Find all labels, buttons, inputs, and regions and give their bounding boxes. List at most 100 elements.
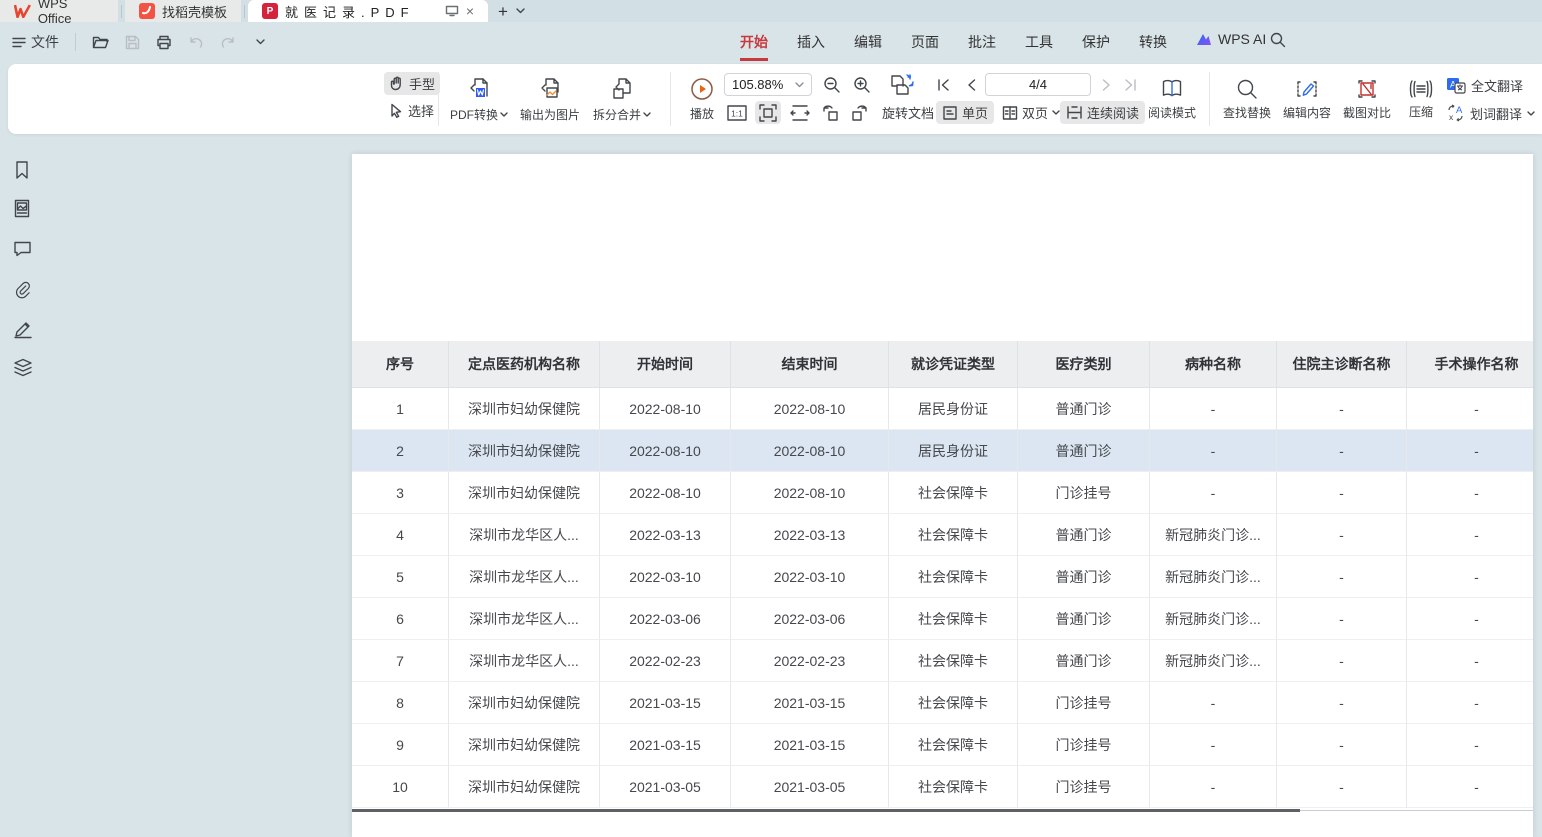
- close-tab-icon[interactable]: ×: [466, 3, 474, 19]
- previous-page-button[interactable]: [961, 73, 981, 96]
- fit-width-button[interactable]: [787, 101, 813, 124]
- table-cell: 社会保障卡: [889, 724, 1018, 766]
- zoom-in-button[interactable]: [850, 73, 874, 96]
- word-translate-button[interactable]: x A 划词翻译: [1446, 102, 1535, 124]
- embedded-horizontal-scrollbar[interactable]: [352, 809, 1300, 812]
- table-cell: -: [1277, 472, 1407, 514]
- tab-home[interactable]: 开始: [740, 30, 768, 54]
- table-cell: -: [1407, 472, 1533, 514]
- save-button[interactable]: [120, 30, 144, 54]
- play-button[interactable]: 播放: [676, 70, 728, 128]
- fit-page-button[interactable]: [755, 101, 781, 124]
- full-translate-button[interactable]: A 全文翻译: [1446, 74, 1523, 96]
- table-cell: 5: [352, 556, 449, 598]
- thumbnail-icon[interactable]: [13, 199, 32, 218]
- redo-button[interactable]: [216, 30, 240, 54]
- bookmark-icon[interactable]: [13, 160, 32, 179]
- table-cell: 1: [352, 388, 449, 430]
- table-cell: -: [1277, 766, 1407, 808]
- table-cell: 居民身份证: [889, 430, 1018, 472]
- tab-document-active[interactable]: P 就医记录.PDF ×: [248, 0, 488, 22]
- tab-tools[interactable]: 工具: [1025, 30, 1053, 54]
- first-page-button[interactable]: [933, 73, 953, 96]
- zoom-in-icon: [853, 76, 871, 94]
- wps-ai-logo-icon: [1196, 33, 1212, 46]
- replace-pages-button[interactable]: [886, 70, 918, 100]
- select-tool-button[interactable]: 选择: [384, 99, 440, 122]
- table-cell: 2021-03-05: [731, 766, 889, 808]
- wps-ai-button[interactable]: WPS AI: [1196, 31, 1266, 47]
- actual-size-button[interactable]: 1:1: [725, 101, 749, 124]
- next-page-button[interactable]: [1096, 73, 1116, 96]
- tab-docer[interactable]: 找稻壳模板: [125, 0, 241, 22]
- layers-icon[interactable]: [13, 358, 32, 377]
- edit-content-button[interactable]: 编辑内容: [1277, 70, 1337, 128]
- undo-button[interactable]: [184, 30, 208, 54]
- monitor-icon[interactable]: [445, 5, 459, 17]
- table-row[interactable]: 6深圳市龙华区人...2022-03-062022-03-06社会保障卡普通门诊…: [352, 598, 1533, 640]
- print-button[interactable]: [152, 30, 176, 54]
- table-row[interactable]: 8深圳市妇幼保健院2021-03-152021-03-15社会保障卡门诊挂号--…: [352, 682, 1533, 724]
- comment-icon[interactable]: [13, 240, 32, 259]
- table-row[interactable]: 7深圳市龙华区人...2022-02-232022-02-23社会保障卡普通门诊…: [352, 640, 1533, 682]
- table-row[interactable]: 4深圳市龙华区人...2022-03-132022-03-13社会保障卡普通门诊…: [352, 514, 1533, 556]
- table-cell: 社会保障卡: [889, 514, 1018, 556]
- export-image-button[interactable]: 输出为图片: [518, 70, 582, 128]
- pdf-page[interactable]: 序号定点医药机构名称开始时间结束时间就诊凭证类型医疗类别病种名称住院主诊断名称手…: [352, 154, 1533, 837]
- tab-convert[interactable]: 转换: [1139, 30, 1167, 54]
- table-cell: 2022-08-10: [731, 388, 889, 430]
- table-cell: -: [1277, 514, 1407, 556]
- zoom-level-select[interactable]: 105.88%: [724, 73, 812, 96]
- single-page-button[interactable]: 单页: [936, 101, 994, 124]
- table-cell: 2022-02-23: [600, 640, 731, 682]
- table-row[interactable]: 1深圳市妇幼保健院2022-08-102022-08-10居民身份证普通门诊--…: [352, 388, 1533, 430]
- tab-insert[interactable]: 插入: [797, 30, 825, 54]
- page-number-input[interactable]: 4/4: [985, 73, 1091, 96]
- hand-tool-button[interactable]: 手型: [384, 72, 440, 95]
- table-row[interactable]: 9深圳市妇幼保健院2021-03-152021-03-15社会保障卡门诊挂号--…: [352, 724, 1533, 766]
- new-tab-button[interactable]: +: [498, 3, 508, 20]
- word-translate-icon: x A: [1446, 104, 1465, 122]
- tab-comment[interactable]: 批注: [968, 30, 996, 54]
- table-row[interactable]: 10深圳市妇幼保健院2021-03-052021-03-05社会保障卡门诊挂号-…: [352, 766, 1533, 808]
- ribbon-search-icon[interactable]: [1270, 32, 1286, 48]
- table-cell: 深圳市龙华区人...: [449, 598, 600, 640]
- split-merge-label: 拆分合并: [593, 106, 641, 123]
- screenshot-compare-button[interactable]: 截图对比: [1337, 70, 1397, 128]
- table-cell: -: [1150, 766, 1277, 808]
- pdf-convert-icon: [467, 76, 491, 102]
- tab-protect[interactable]: 保护: [1082, 30, 1110, 54]
- table-cell: -: [1277, 430, 1407, 472]
- table-row[interactable]: 3深圳市妇幼保健院2022-08-102022-08-10社会保障卡门诊挂号--…: [352, 472, 1533, 514]
- table-cell: -: [1277, 640, 1407, 682]
- menu-row: 文件 开始 插入 编辑 页面 批注 工具 保护 转换: [0, 22, 1542, 62]
- tab-list-chevron-icon[interactable]: [516, 8, 525, 14]
- tab-wps-office[interactable]: WPS Office: [0, 0, 118, 22]
- tab-edit[interactable]: 编辑: [854, 30, 882, 54]
- last-page-button[interactable]: [1120, 73, 1140, 96]
- table-cell: 深圳市妇幼保健院: [449, 682, 600, 724]
- table-cell: -: [1150, 682, 1277, 724]
- full-translate-icon: A: [1446, 77, 1466, 94]
- double-page-button[interactable]: 双页: [996, 101, 1066, 124]
- find-replace-button[interactable]: 查找替换: [1217, 70, 1277, 128]
- open-file-button[interactable]: [88, 30, 112, 54]
- zoom-out-button[interactable]: [820, 73, 844, 96]
- rotate-document-button[interactable]: 旋转文档: [876, 101, 940, 124]
- pdf-convert-button[interactable]: PDF转换: [447, 70, 511, 128]
- table-row[interactable]: 2深圳市妇幼保健院2022-08-102022-08-10居民身份证普通门诊--…: [352, 430, 1533, 472]
- split-merge-button[interactable]: 拆分合并: [590, 70, 654, 128]
- continuous-read-button[interactable]: 连续阅读: [1060, 101, 1145, 124]
- play-icon: [690, 77, 714, 101]
- table-row[interactable]: 5深圳市龙华区人...2022-03-102022-03-10社会保障卡普通门诊…: [352, 556, 1533, 598]
- word-translate-label: 划词翻译: [1470, 104, 1522, 123]
- tab-page[interactable]: 页面: [911, 30, 939, 54]
- rotate-left-button[interactable]: [817, 101, 843, 124]
- rotate-right-button[interactable]: [847, 101, 873, 124]
- file-menu[interactable]: 文件: [8, 29, 63, 55]
- signature-icon[interactable]: [13, 319, 32, 338]
- read-mode-button[interactable]: 阅读模式: [1142, 70, 1202, 128]
- quick-access-chevron-icon[interactable]: [248, 30, 272, 54]
- compress-button[interactable]: 压缩: [1398, 70, 1444, 128]
- attachment-icon[interactable]: [13, 280, 32, 299]
